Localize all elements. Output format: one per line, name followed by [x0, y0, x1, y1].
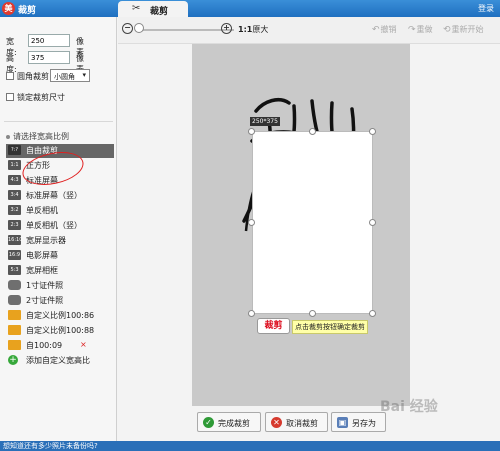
- crop-handle[interactable]: [309, 310, 316, 317]
- rounded-crop-checkbox[interactable]: [6, 72, 14, 80]
- ratio-icon: 2:3: [8, 220, 21, 230]
- left-panel: 宽度: 像素 高度: 像素 圆角裁剪 小圆角 ▾ 锁定裁剪尺寸 请选择宽高比例 …: [0, 17, 117, 441]
- ratio-icon: 16:9: [8, 250, 21, 260]
- tab-crop[interactable]: ✂ 裁剪: [118, 1, 188, 17]
- scissors-icon: ✂: [132, 3, 141, 14]
- crop-handle[interactable]: [369, 310, 376, 317]
- ratio-label: 添加自定义宽高比: [26, 356, 90, 365]
- ratio-item[interactable]: 5:3 宽屏相框: [6, 264, 114, 278]
- folder-icon: [8, 340, 21, 350]
- ratio-icon: 16:10: [8, 235, 23, 245]
- divider: [4, 121, 113, 122]
- height-input[interactable]: [28, 51, 70, 64]
- ratio-item[interactable]: 16:9 电影屏幕: [6, 249, 114, 263]
- restart-button[interactable]: ⟲重新开始: [443, 24, 484, 35]
- undo-icon: ↶: [372, 25, 380, 35]
- cancel-icon: ✕: [271, 417, 282, 428]
- crop-size-tag: 250*375: [250, 117, 280, 126]
- save-as-button[interactable]: ▣ 另存为: [331, 412, 386, 432]
- crop-handle[interactable]: [369, 128, 376, 135]
- ratio-label: 自定义比例100:88: [26, 326, 95, 335]
- lock-size-checkbox[interactable]: [6, 93, 14, 101]
- tab-crop-label: 裁剪: [150, 7, 169, 17]
- id-photo-icon: [8, 295, 21, 305]
- title-bar: 美 裁剪 ✂ 裁剪 登录: [0, 0, 500, 17]
- crop-handle[interactable]: [309, 128, 316, 135]
- ratio-label: 宽屏显示器: [26, 236, 66, 245]
- add-icon: +: [8, 355, 18, 365]
- status-bar[interactable]: 想知道还有多少照片未备份吗?: [0, 441, 500, 451]
- lock-size-label: 锁定裁剪尺寸: [17, 93, 65, 102]
- ratio-item[interactable]: + 添加自定义宽高比: [6, 354, 114, 368]
- app-title: 裁剪: [18, 6, 37, 16]
- crop-hint-tooltip: 点击裁剪按钮确定裁剪: [292, 320, 368, 334]
- ratio-label: 2寸证件照: [26, 296, 64, 305]
- ratio-item[interactable]: 3:2 单反相机: [6, 204, 114, 218]
- crop-handle[interactable]: [248, 219, 255, 226]
- ratio-label: 单反相机: [26, 206, 58, 215]
- folder-icon: [8, 325, 21, 335]
- save-icon: ▣: [337, 417, 348, 428]
- crop-selection[interactable]: [252, 131, 373, 314]
- ratio-label: 单反相机（竖）: [26, 221, 82, 230]
- zoom-slider[interactable]: [138, 29, 234, 31]
- chevron-down-icon: ▾: [82, 71, 86, 79]
- finish-crop-button[interactable]: ✓ 完成裁剪: [197, 412, 261, 432]
- ratio-label: 自定义比例100:86: [26, 311, 95, 320]
- redo-button[interactable]: ↷重做: [408, 24, 433, 35]
- ratio-label: 自100:09: [26, 341, 63, 350]
- ratio-item[interactable]: 自100:09 ×: [6, 339, 114, 353]
- ratio-item[interactable]: 16:10 宽屏显示器: [6, 234, 114, 248]
- crop-confirm-button[interactable]: 裁剪: [257, 318, 290, 334]
- crop-handle[interactable]: [248, 128, 255, 135]
- ratio-item[interactable]: 2:3 单反相机（竖）: [6, 219, 114, 233]
- ratio-item[interactable]: 自定义比例100:86: [6, 309, 114, 323]
- ratio-label: 电影屏幕: [26, 251, 58, 260]
- ratio-icon: 1:1: [8, 160, 21, 170]
- crop-handle[interactable]: [369, 219, 376, 226]
- delete-icon[interactable]: ×: [80, 340, 87, 349]
- zoom-out-icon[interactable]: −: [122, 23, 133, 34]
- ratio-icon: ?:?: [8, 145, 21, 155]
- original-size-button[interactable]: 1:1原大: [238, 24, 268, 35]
- ratio-icon: 4:3: [8, 175, 21, 185]
- width-input[interactable]: [28, 34, 70, 47]
- ratio-item[interactable]: 1寸证件照: [6, 279, 114, 293]
- cancel-crop-button[interactable]: ✕ 取消裁剪: [265, 412, 328, 432]
- folder-icon: [8, 310, 21, 320]
- ratio-item[interactable]: 自定义比例100:88: [6, 324, 114, 338]
- login-link[interactable]: 登录: [478, 3, 494, 14]
- id-photo-icon: [8, 280, 21, 290]
- ratio-item[interactable]: 3:4 标准屏幕（竖）: [6, 189, 114, 203]
- ratio-item[interactable]: 2寸证件照: [6, 294, 114, 308]
- rounded-crop-label: 圆角裁剪: [17, 72, 49, 81]
- zoom-in-icon[interactable]: +: [221, 23, 232, 34]
- watermark: Bai 经验: [380, 399, 438, 415]
- round-size-value: 小圆角: [54, 73, 75, 81]
- ratio-label: 标准屏幕（竖）: [26, 191, 82, 200]
- round-size-select[interactable]: 小圆角 ▾: [50, 69, 90, 82]
- zoom-slider-thumb[interactable]: [134, 23, 144, 33]
- canvas-area[interactable]: 250*375 裁剪 点击裁剪按钮确定裁剪: [192, 44, 410, 406]
- redo-icon: ↷: [408, 25, 416, 35]
- ratio-icon: 3:2: [8, 205, 21, 215]
- check-icon: ✓: [203, 417, 214, 428]
- crop-handle[interactable]: [248, 310, 255, 317]
- undo-button[interactable]: ↶撤销: [372, 24, 397, 35]
- ratio-heading: 请选择宽高比例: [6, 131, 69, 142]
- ratio-icon: 5:3: [8, 265, 21, 275]
- ratio-icon: 3:4: [8, 190, 21, 200]
- toolbar: − + 1:1原大 ↶撤销 ↷重做 ⟲重新开始: [118, 17, 500, 44]
- ratio-label: 1寸证件照: [26, 281, 64, 290]
- ratio-label: 宽屏相框: [26, 266, 58, 275]
- restart-icon: ⟲: [443, 25, 451, 35]
- app-logo-icon: 美: [2, 2, 15, 15]
